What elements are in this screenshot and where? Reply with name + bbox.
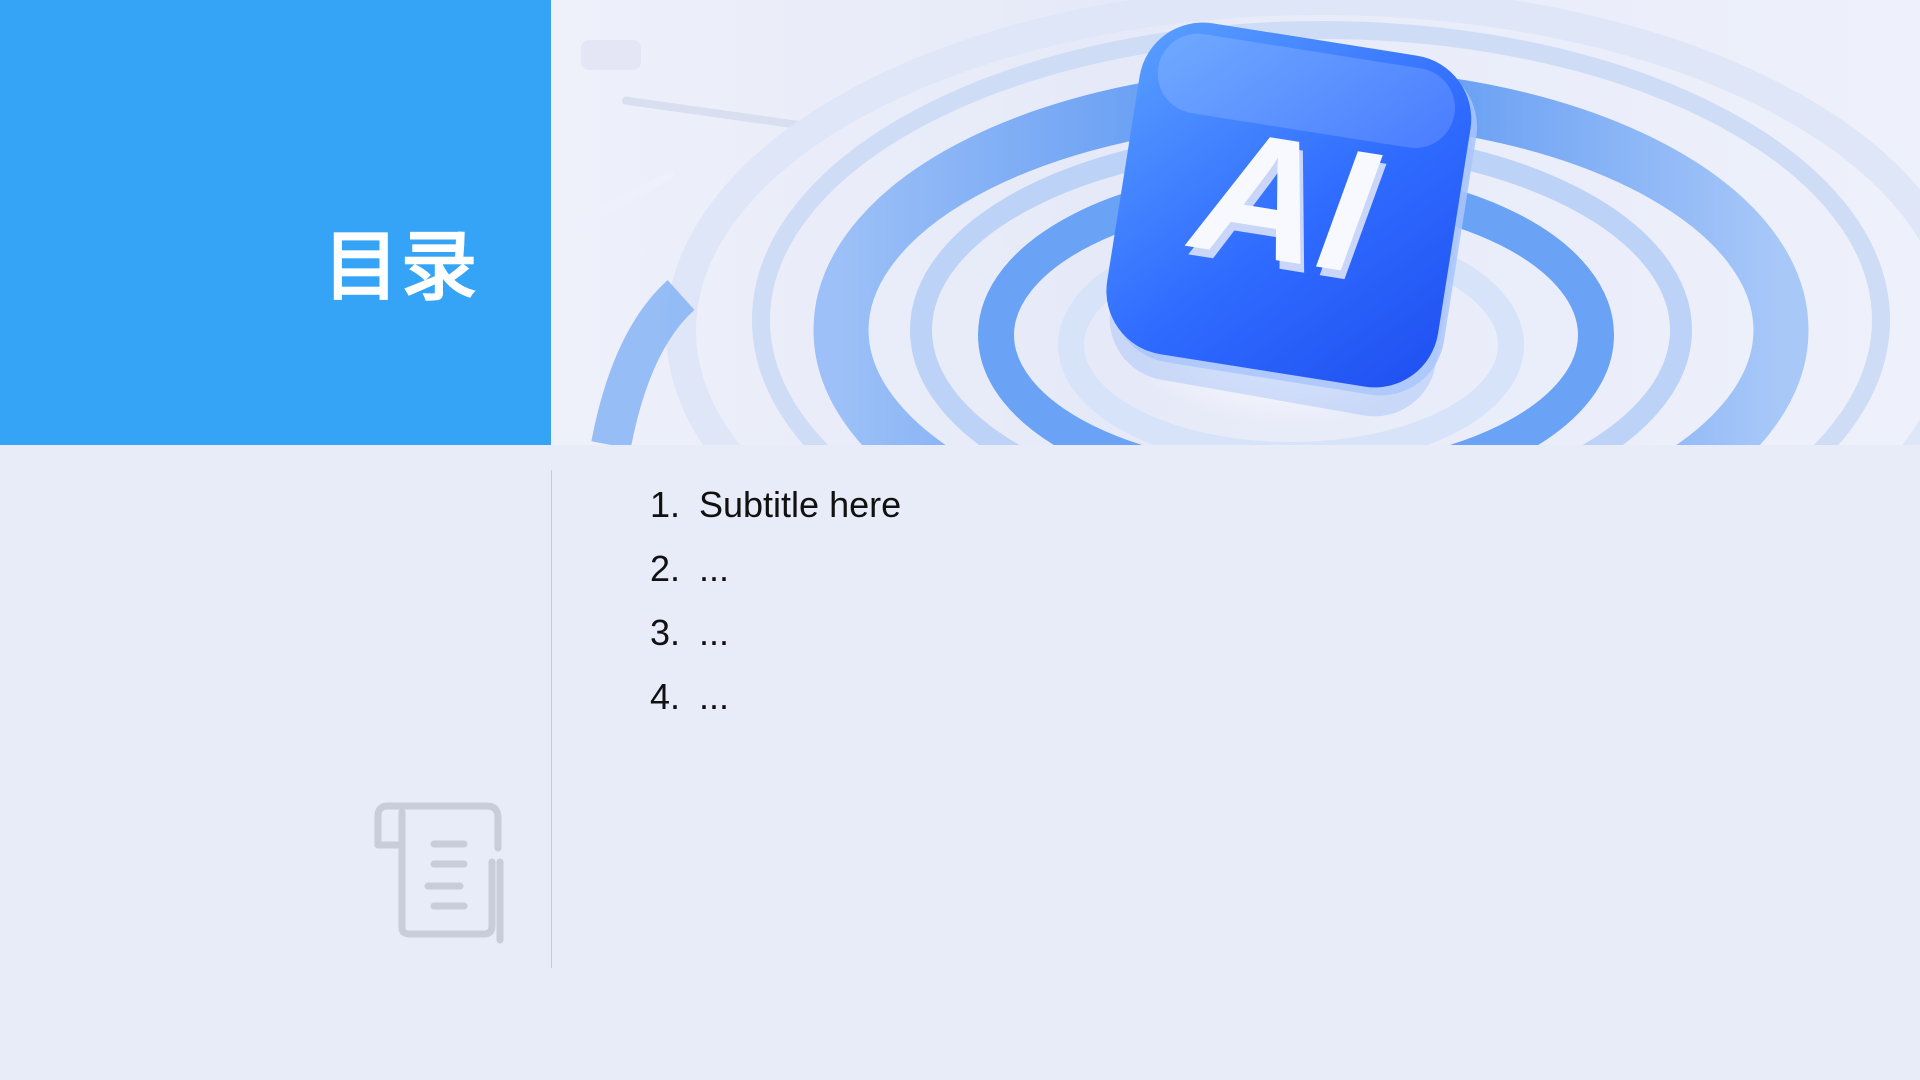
item-text: Subtitle here — [699, 484, 902, 525]
list-item: 2. ... — [620, 537, 901, 601]
item-number: 3. — [649, 612, 680, 653]
ai-badge-icon: AI AI — [558, 0, 1920, 445]
table-of-contents: 1. Subtitle here 2. ... 3. ... 4. ... — [620, 473, 901, 729]
list-item: 1. Subtitle here — [620, 473, 901, 537]
item-text: ... — [699, 548, 730, 589]
page-title: 目录 — [323, 222, 479, 311]
item-number: 1. — [649, 484, 680, 525]
item-number: 4. — [649, 676, 680, 717]
document-scroll-icon — [372, 800, 514, 950]
list-item: 3. ... — [620, 601, 901, 665]
item-number: 2. — [649, 548, 680, 589]
list-item: 4. ... — [620, 665, 901, 729]
title-panel: 目录 — [0, 0, 551, 445]
svg-text:AI: AI — [1178, 91, 1389, 312]
hero-image: AI AI — [551, 0, 1920, 445]
item-text: ... — [699, 676, 730, 717]
vertical-divider — [551, 470, 552, 968]
item-text: ... — [699, 612, 730, 653]
